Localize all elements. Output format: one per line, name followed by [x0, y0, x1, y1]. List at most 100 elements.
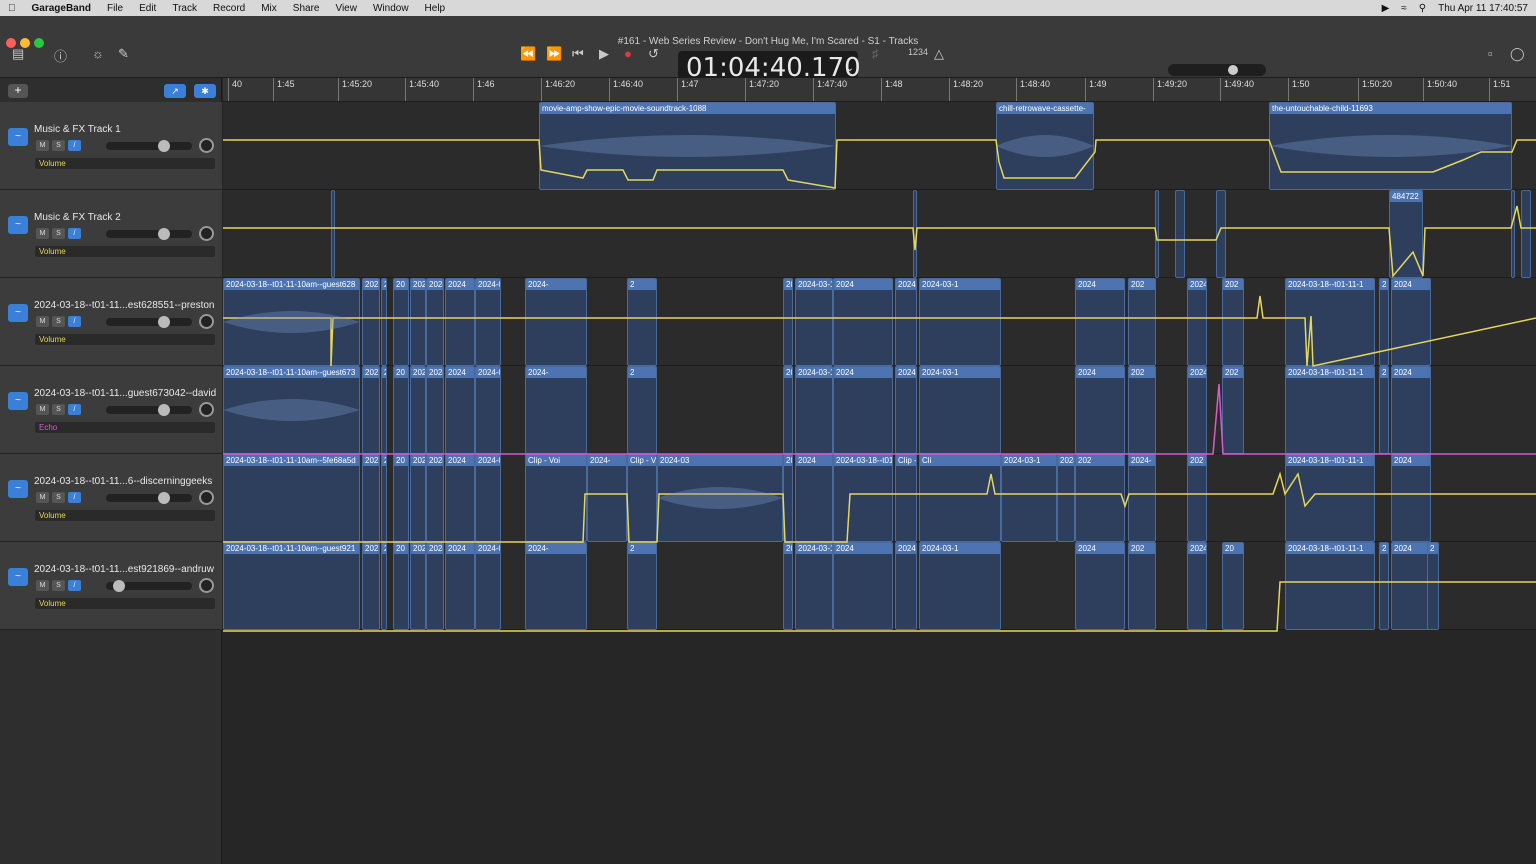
- audio-region[interactable]: 2024-: [525, 278, 587, 366]
- pan-knob[interactable]: [199, 138, 214, 153]
- track-header[interactable]: ~2024-03-18--t01-11...6--discerninggeeks…: [0, 454, 222, 542]
- apple-icon[interactable]: : [0, 3, 24, 14]
- audio-region[interactable]: 2024: [426, 278, 444, 366]
- audio-region[interactable]: 2024: [445, 278, 475, 366]
- track-lane[interactable]: movie-amp-show-epic-movie-soundtrack-108…: [223, 102, 1536, 190]
- audio-region[interactable]: 2024: [833, 278, 893, 366]
- flex-button[interactable]: ✱: [194, 84, 216, 98]
- audio-region[interactable]: 202: [410, 366, 426, 454]
- audio-region[interactable]: 2024: [1391, 542, 1431, 630]
- audio-region[interactable]: 2024-03-18--t01-11-10am--5fe68a5d: [223, 454, 360, 542]
- pan-knob[interactable]: [199, 578, 214, 593]
- audio-region[interactable]: 2024: [426, 366, 444, 454]
- solo-button[interactable]: S: [52, 140, 65, 151]
- audio-region[interactable]: 2: [1379, 278, 1389, 366]
- automation-toggle[interactable]: /: [68, 404, 81, 415]
- automation-param-select[interactable]: Volume: [35, 598, 215, 609]
- audio-region[interactable]: 2024-03-18--t: [795, 542, 833, 630]
- timeline-ruler[interactable]: 40 1:45 1:45:20 1:45:40 1:46 1:46:20 1:46:40 1:…: [223, 78, 1536, 102]
- audio-region[interactable]: Clip - Voi: [525, 454, 587, 542]
- menu-track[interactable]: Track: [164, 3, 205, 14]
- automation-toggle[interactable]: /: [68, 580, 81, 591]
- volume-slider[interactable]: [106, 228, 192, 240]
- audio-region[interactable]: 2024-: [525, 542, 587, 630]
- mute-button[interactable]: M: [36, 140, 49, 151]
- go-to-beginning-button[interactable]: ⏮: [572, 46, 584, 62]
- audio-region[interactable]: [1511, 190, 1515, 278]
- audio-region[interactable]: 2024: [426, 454, 444, 542]
- audio-region[interactable]: [1521, 190, 1531, 278]
- audio-region[interactable]: 2024-03-18--t: [475, 366, 501, 454]
- notepad-icon[interactable]: ▫: [1488, 46, 1493, 61]
- automation-param-select[interactable]: Echo: [35, 422, 215, 433]
- audio-region[interactable]: chill-retrowave-cassette-: [996, 102, 1094, 190]
- loop-browser-icon[interactable]: ◯: [1510, 46, 1525, 62]
- menu-help[interactable]: Help: [417, 3, 454, 14]
- volume-slider[interactable]: [106, 404, 192, 416]
- audio-region[interactable]: 202: [1128, 542, 1156, 630]
- track-header[interactable]: ~2024-03-18--t01-11...est628551--preston…: [0, 278, 222, 366]
- volume-knob[interactable]: [158, 404, 170, 416]
- solo-button[interactable]: S: [52, 580, 65, 591]
- audio-region[interactable]: Clip - Voice - Joanna - June 1989: [627, 454, 657, 542]
- record-button[interactable]: ●: [624, 46, 632, 61]
- audio-region[interactable]: 20: [393, 366, 409, 454]
- track-lane[interactable]: 2024-03-18--t01-11-10am--guest9212022202…: [223, 542, 1536, 630]
- audio-region[interactable]: 2: [627, 278, 657, 366]
- audio-region[interactable]: [913, 190, 917, 278]
- audio-region[interactable]: 202: [410, 278, 426, 366]
- automation-toggle[interactable]: /: [68, 228, 81, 239]
- audio-region[interactable]: 2024-03-18--t01-11-10am--guest628: [223, 278, 360, 366]
- audio-region[interactable]: [1155, 190, 1159, 278]
- audio-region[interactable]: 2024-: [525, 366, 587, 454]
- audio-region[interactable]: 2: [627, 542, 657, 630]
- search-icon[interactable]: ⚲: [1419, 3, 1426, 14]
- mute-button[interactable]: M: [36, 228, 49, 239]
- audio-region[interactable]: 202: [1128, 278, 1156, 366]
- solo-button[interactable]: S: [52, 316, 65, 327]
- audio-region[interactable]: [331, 190, 335, 278]
- audio-region[interactable]: 20: [1222, 542, 1244, 630]
- audio-region[interactable]: 20: [393, 454, 409, 542]
- help-icon[interactable]: ⓘ: [54, 46, 67, 65]
- menu-mix[interactable]: Mix: [253, 3, 285, 14]
- solo-button[interactable]: S: [52, 492, 65, 503]
- mute-button[interactable]: M: [36, 492, 49, 503]
- volume-knob[interactable]: [158, 316, 170, 328]
- track-lane[interactable]: 2024-03-18--t01-11-10am--guest6732022202…: [223, 366, 1536, 454]
- tracks-area[interactable]: movie-amp-show-epic-movie-soundtrack-108…: [223, 102, 1536, 632]
- pan-knob[interactable]: [199, 402, 214, 417]
- clock[interactable]: Thu Apr 11 17:40:57: [1438, 3, 1528, 14]
- pan-knob[interactable]: [199, 226, 214, 241]
- track-lane[interactable]: 2024-03-18--t01-11-10am--guest6282022202…: [223, 278, 1536, 366]
- audio-region[interactable]: 2024-03-18--t01-1: [833, 454, 893, 542]
- audio-region[interactable]: 2024: [1391, 366, 1431, 454]
- audio-region[interactable]: 2024-03-18--t01-11-1: [1285, 366, 1375, 454]
- count-in-button[interactable]: 1234: [908, 47, 928, 57]
- audio-region[interactable]: 2024-03: [783, 542, 793, 630]
- audio-region[interactable]: 2024-03-18--t: [783, 454, 793, 542]
- audio-region[interactable]: 2024: [795, 454, 833, 542]
- audio-region[interactable]: 2024-03-18--t01-1: [895, 366, 917, 454]
- solo-button[interactable]: S: [52, 228, 65, 239]
- audio-region[interactable]: 2024: [1391, 454, 1431, 542]
- audio-region[interactable]: 2: [381, 542, 387, 630]
- audio-region[interactable]: 2024: [833, 366, 893, 454]
- audio-region[interactable]: 2024-03-18--t: [475, 542, 501, 630]
- automation-toggle[interactable]: /: [68, 140, 81, 151]
- mute-button[interactable]: M: [36, 404, 49, 415]
- audio-region[interactable]: 2: [381, 454, 387, 542]
- pan-knob[interactable]: [199, 490, 214, 505]
- track-header[interactable]: ~2024-03-18--t01-11...guest673042--david…: [0, 366, 222, 454]
- track-header[interactable]: ~ Music & FX Track 1 M S / Volume: [0, 102, 222, 190]
- audio-region[interactable]: movie-amp-show-epic-movie-soundtrack-108…: [539, 102, 836, 190]
- audio-region[interactable]: 2024-03-18--t01-11-1: [1285, 542, 1375, 630]
- audio-region[interactable]: 202: [362, 454, 380, 542]
- audio-region[interactable]: 2: [381, 366, 387, 454]
- audio-region[interactable]: 20: [393, 278, 409, 366]
- track-header[interactable]: ~2024-03-18--t01-11...est921869--andruw M…: [0, 542, 222, 630]
- automation-param-select[interactable]: Volume: [35, 246, 215, 257]
- add-track-button[interactable]: +: [8, 84, 28, 98]
- volume-slider[interactable]: [106, 492, 192, 504]
- pan-knob[interactable]: [199, 314, 214, 329]
